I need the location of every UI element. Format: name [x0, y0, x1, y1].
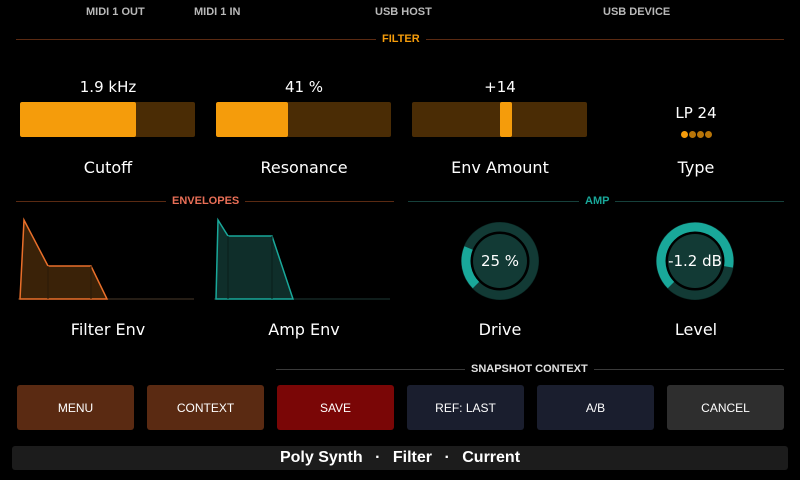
snapshot-section-title: SNAPSHOT CONTEXT — [465, 363, 594, 375]
breadcrumb: Poly Synth · Filter · Current — [12, 446, 788, 470]
amp-env-label: Amp Env — [268, 320, 340, 339]
env-amount-slider[interactable] — [412, 102, 587, 137]
filter-type-dot — [688, 131, 696, 138]
level-label: Level — [674, 320, 718, 339]
amp-section-title: AMP — [579, 195, 616, 207]
ab-button[interactable]: A/B — [537, 385, 654, 430]
env-amount-label: Env Amount — [451, 158, 549, 177]
breadcrumb-separator: · — [444, 449, 450, 466]
filter-type-dot — [704, 131, 712, 138]
context-button[interactable]: CONTEXT — [147, 385, 264, 430]
status-usb-device: USB DEVICE — [603, 6, 671, 18]
drive-label: Drive — [478, 320, 522, 339]
filter-type-value[interactable]: LP 24 — [608, 104, 784, 122]
save-button[interactable]: SAVE — [277, 385, 394, 430]
menu-button[interactable]: MENU — [17, 385, 134, 430]
status-usb-host: USB HOST — [375, 6, 432, 18]
breadcrumb-synth: Poly Synth — [279, 449, 363, 466]
breadcrumb-state: Current — [462, 449, 521, 466]
resonance-slider[interactable] — [216, 102, 391, 137]
drive-value: 25 % — [480, 252, 520, 270]
amp-env-graph[interactable] — [214, 216, 390, 302]
cutoff-slider[interactable] — [20, 102, 195, 137]
filter-section-title: FILTER — [376, 33, 426, 45]
filter-type-dot — [696, 131, 704, 138]
envelopes-section-title: ENVELOPES — [166, 195, 246, 207]
filter-env-label: Filter Env — [70, 320, 146, 339]
cutoff-value: 1.9 kHz — [79, 78, 137, 96]
cancel-button[interactable]: CANCEL — [667, 385, 784, 430]
ref-last-button[interactable]: REF: LAST — [407, 385, 524, 430]
resonance-value: 41 % — [284, 78, 324, 96]
resonance-label: Resonance — [260, 158, 348, 177]
cutoff-slider-fill — [20, 102, 136, 137]
filter-env-shape — [19, 217, 109, 300]
status-midi1-in: MIDI 1 IN — [194, 6, 241, 18]
env-amount-value: +14 — [484, 78, 516, 96]
filter-type-indicator — [608, 129, 784, 138]
filter-env-graph[interactable] — [18, 216, 194, 302]
cutoff-label: Cutoff — [83, 158, 133, 177]
resonance-slider-fill — [216, 102, 288, 137]
env-amount-slider-fill — [499, 102, 512, 137]
breadcrumb-separator: · — [375, 449, 381, 466]
level-value: -1.2 dB — [668, 252, 722, 270]
breadcrumb-page: Filter — [392, 449, 433, 466]
filter-type-dot — [680, 131, 688, 138]
status-midi1-out: MIDI 1 OUT — [86, 6, 145, 18]
filter-type-label: Type — [677, 158, 715, 177]
